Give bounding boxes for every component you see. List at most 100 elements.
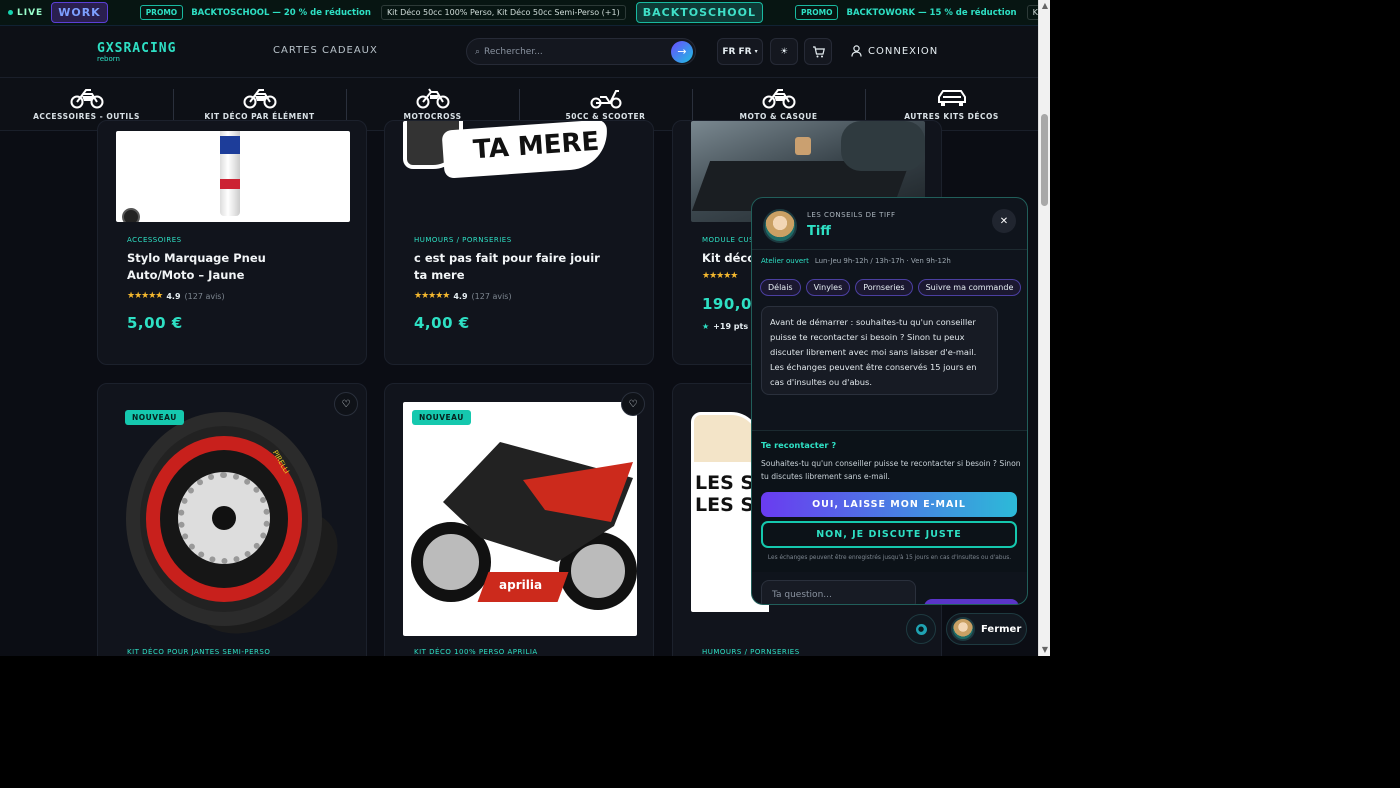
heart-icon: ♡ [628,398,638,410]
new-badge: NOUVEAU [125,410,184,425]
scroll-down-icon[interactable]: ▼ [1039,644,1051,656]
motorbike-icon [762,89,795,109]
chat-bubble-icon: ● [915,623,927,635]
assistant-avatar [763,209,797,243]
assistant-avatar [951,617,975,641]
close-icon: ✕ [999,215,1009,227]
promo-code-work[interactable]: WORK [51,2,108,23]
cart-button[interactable] [804,38,832,65]
close-chat-label: Fermer [981,623,1022,635]
sun-icon: ☀ [779,46,789,57]
chevron-down-icon: ▾ [754,48,758,55]
product-rating: ★★★★★ [702,271,738,281]
dirtbike-icon [416,88,449,109]
chip-suivre-commande[interactable]: Suivre ma commande [917,279,1022,296]
product-image: aprilia [403,402,637,636]
theme-toggle-button[interactable]: ☀ [770,38,798,65]
review-count: (127 avis) [471,291,512,301]
star-rating-icon: ★★★★★ [414,291,450,301]
star-rating-icon: ★★★★★ [127,291,163,301]
chip-pornseries[interactable]: Pornseries [855,279,913,296]
language-code: FR [738,46,752,57]
promo-text: BACKTOSCHOOL — 20 % de réduction [191,7,371,18]
product-title[interactable]: Stylo Marquage Pneu Auto/Moto – Jaune [127,250,327,284]
status-open: Atelier ouvert [761,257,809,265]
language-selector[interactable]: FR FR ▾ [717,38,763,65]
logo-text: GXSRACING [97,41,177,56]
promo-tag: PROMO [139,5,184,20]
product-image: PIRELLI [116,402,350,636]
gift-cards-link[interactable]: CARTES CADEAUX [273,45,378,56]
scroll-up-icon[interactable]: ▲ [1039,0,1051,12]
opening-hours: Lun-Jeu 9h-12h / 13h-17h · Ven 9h-12h [814,257,951,265]
product-category: MODULE CUS [702,236,755,244]
recontact-text: Souhaites-tu qu'un conseiller puisse te … [761,459,1021,481]
search-input[interactable] [484,46,671,57]
star-rating-icon: ★★★★★ [702,271,738,281]
product-card[interactable]: aprilia NOUVEAU ♡ KIT DÉCO 100% PERSO AP… [384,383,654,656]
promo-text-2: BACKTOWORK — 15 % de réduction [846,7,1017,18]
promo-code-backtoschool[interactable]: BACKTOSCHOOL [635,2,763,23]
live-label: LIVE [17,7,44,18]
points-text: +19 pts f [713,322,755,331]
chat-header: LES CONSEILS DE TIFF Tiff ✕ [752,198,1027,250]
page-scrollbar[interactable]: ▲ ▼ [1038,0,1050,656]
favorite-button[interactable]: ♡ [621,392,645,416]
promo-products: Kit Déco 50cc 100% Perso, Kit Déco 50cc … [380,5,626,20]
scooter-icon [590,90,621,109]
chat-close-button[interactable]: ✕ [992,209,1016,233]
chat-toggle-button[interactable]: Fermer [946,613,1027,645]
product-rating: ★★★★★ 4.9 (127 avis) [127,291,225,301]
language-flag: FR [722,46,736,57]
login-label: CONNEXION [868,45,939,57]
chat-widget: LES CONSEILS DE TIFF Tiff ✕ Atelier ouve… [751,197,1028,605]
product-card[interactable]: PIRELLI NOUVEAU ♡ KIT DÉCO POUR JANTES S… [97,383,367,656]
car-icon [937,90,966,106]
search-submit-button[interactable]: → [671,40,693,63]
live-dot-icon [8,10,13,15]
motorbike-icon [243,89,276,109]
product-category: HUMOURS / PORNSERIES [414,236,512,244]
privacy-note: Les échanges peuvent être enregistrés ju… [767,555,1012,561]
chat-send-button[interactable] [924,599,1019,604]
chip-vinyles[interactable]: Vinyles [805,279,851,296]
product-image: TA MERE [403,121,637,222]
product-card[interactable]: ACCESSOIRES Stylo Marquage Pneu Auto/Mot… [97,120,367,365]
quick-replies: Délais Vinyles Pornseries Suivre ma comm… [760,279,1022,296]
product-category: KIT DÉCO POUR JANTES SEMI-PERSO [127,648,271,656]
leave-email-button[interactable]: OUI, LAISSE MON E-MAIL [761,492,1017,517]
search-bar: ⌕ → [466,38,696,65]
just-chat-button[interactable]: NON, JE DISCUTE JUSTE [761,521,1017,548]
cart-icon [812,45,825,57]
logo-subtext: reborn [97,55,120,63]
bike-brand-text: aprilia [499,578,543,592]
recontact-title: Te recontacter ? [761,440,837,450]
scrollbar-thumb[interactable] [1041,114,1048,206]
product-price: 4,00 € [414,314,470,332]
heart-icon: ♡ [341,398,351,410]
assistant-message: Avant de démarrer : souhaites-tu qu'un c… [761,306,998,395]
product-category: ACCESSOIRES [127,236,182,244]
product-category: KIT DÉCO 100% PERSO APRILIA [414,648,538,656]
rating-value: 4.9 [453,291,468,301]
product-title[interactable]: c est pas fait pour faire jouir ta mere [414,250,614,284]
promo-ticker: LIVE WORK PROMO BACKTOSCHOOL — 20 % de r… [0,0,1038,26]
promo-products-2: Kit Déco Motocross 100% Perso, [1026,5,1038,20]
new-badge: NOUVEAU [412,410,471,425]
site-header: GXSRACING reborn CARTES CADEAUX ⌕ → FRFR… [0,26,1038,78]
product-rating: ★★★★★ 4.9 (127 avis) [414,291,512,301]
user-icon [851,45,862,57]
favorite-button[interactable]: ♡ [334,392,358,416]
login-link[interactable]: CONNEXION [851,45,938,57]
chat-question-input[interactable]: Ta question... [761,580,916,604]
chip-delais[interactable]: Délais [760,279,801,296]
product-image [116,131,350,222]
product-price: 5,00 € [127,314,183,332]
chat-minimize-button[interactable]: ● [906,614,936,644]
live-indicator: LIVE [0,0,51,25]
review-count: (127 avis) [184,291,225,301]
site-logo[interactable]: GXSRACING reborn [97,41,176,63]
loyalty-points: ★ +19 pts f [702,322,754,331]
recontact-panel: Te recontacter ? Souhaites-tu qu'un cons… [752,430,1027,572]
product-card[interactable]: TA MERE HUMOURS / PORNSERIES c est pas f… [384,120,654,365]
